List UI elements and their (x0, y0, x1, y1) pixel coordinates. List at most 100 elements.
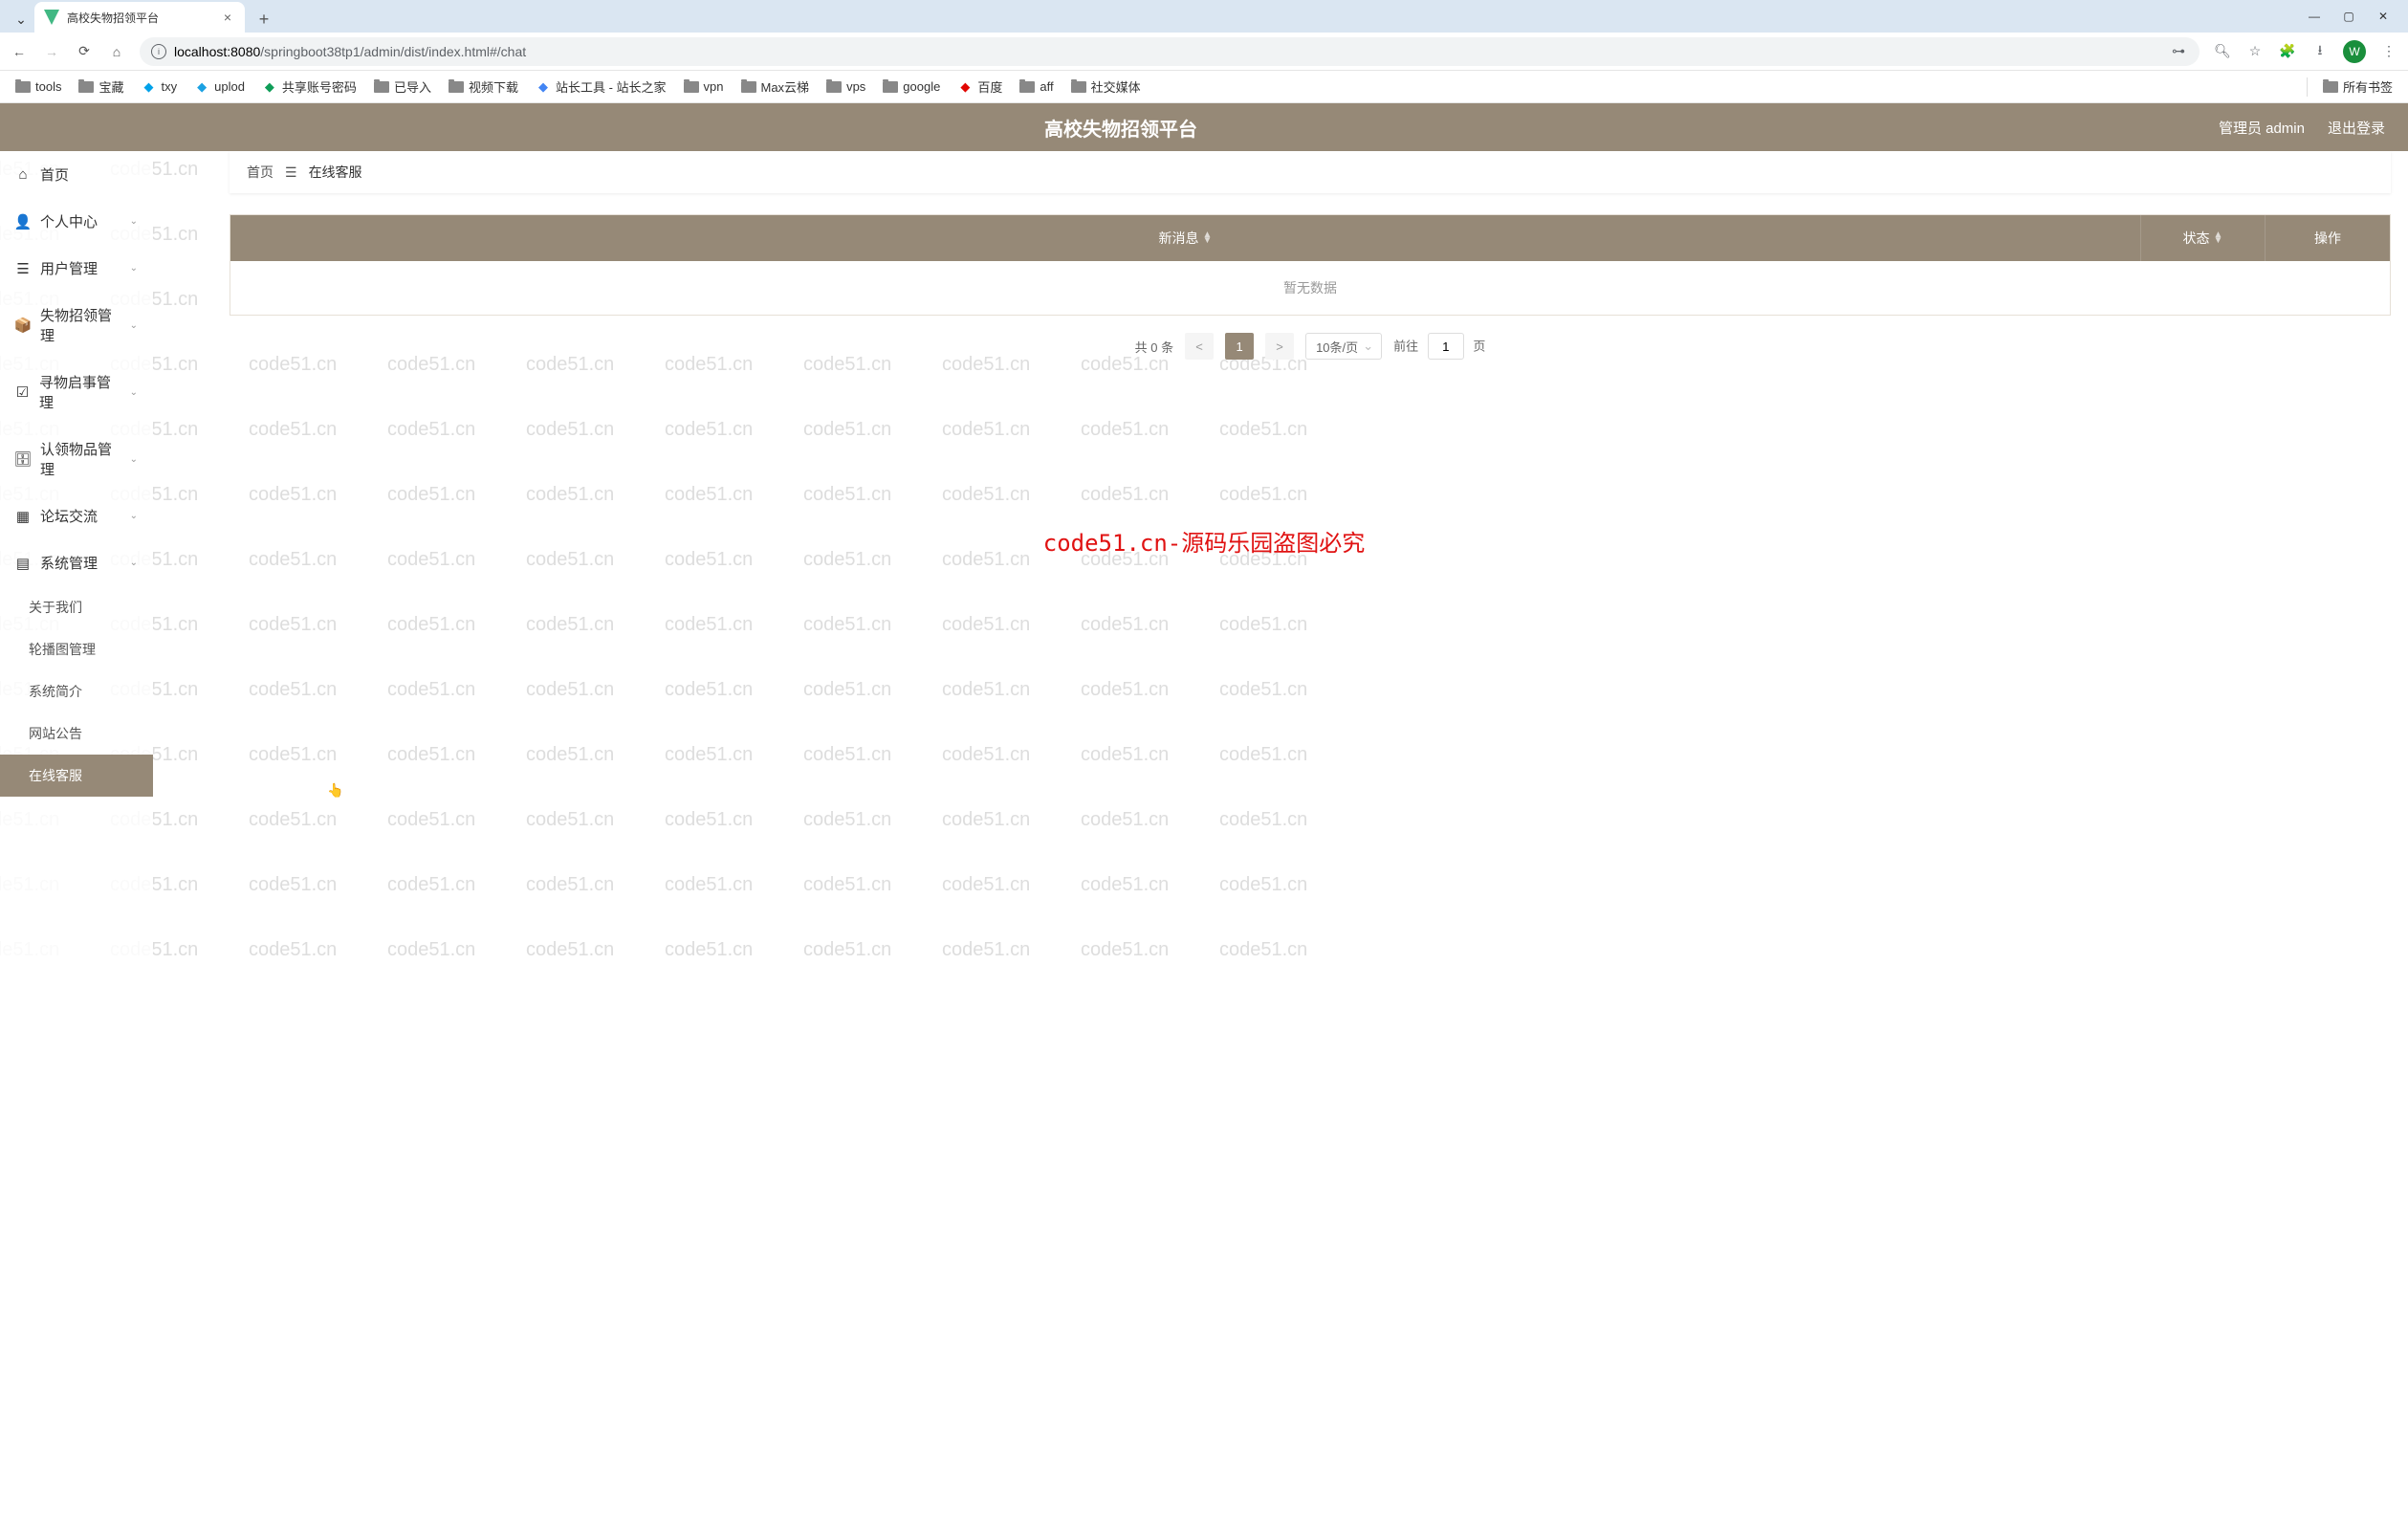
bookmark-item[interactable]: google (877, 77, 946, 97)
bookmark-item[interactable]: 宝藏 (73, 75, 129, 99)
sidebar-item[interactable]: ☑寻物启事管理⌄ (0, 359, 153, 426)
bookmark-favicon-icon: ◆ (536, 79, 551, 95)
maximize-button[interactable]: ▢ (2341, 9, 2356, 24)
browser-tab[interactable]: 高校失物招领平台 × (34, 2, 245, 33)
sidebar-item-label: 首页 (40, 164, 69, 185)
profile-avatar[interactable]: W (2343, 40, 2366, 63)
sidebar-item[interactable]: 📦失物招领管理⌄ (0, 292, 153, 359)
all-bookmarks-label: 所有书签 (2343, 77, 2393, 96)
folder-icon (449, 81, 464, 93)
back-button[interactable]: ← (10, 42, 29, 61)
sidebar-item-label: 论坛交流 (40, 506, 98, 526)
bookmark-item[interactable]: vpn (678, 77, 730, 97)
forward-button[interactable]: → (42, 42, 61, 61)
sidebar-item-label: 用户管理 (40, 258, 98, 278)
sort-icon[interactable]: ▲▼ (2214, 232, 2223, 244)
zoom-icon[interactable]: 🔍︎ (2213, 42, 2232, 61)
column-action: 操作 (2266, 215, 2390, 261)
extensions-icon[interactable]: 🧩 (2278, 42, 2297, 61)
browser-nav-bar: ← → ⟳ ⌂ i localhost:8080/springboot38tp1… (0, 33, 2408, 71)
table-header: 新消息 ▲▼ 状态 ▲▼ 操作 (230, 215, 2390, 261)
sidebar-submenu-item[interactable]: 网站公告 (0, 712, 153, 755)
password-key-icon[interactable]: ⊶ (2169, 42, 2188, 61)
chevron-down-icon: ⌄ (130, 454, 138, 465)
breadcrumb-current: 在线客服 (309, 163, 362, 182)
site-info-icon[interactable]: i (151, 44, 166, 59)
bookmark-item[interactable]: tools (10, 77, 67, 97)
bookmark-item[interactable]: Max云梯 (735, 75, 816, 99)
sidebar-submenu-item[interactable]: 关于我们 (0, 586, 153, 628)
folder-icon (2323, 81, 2338, 93)
folder-icon (883, 81, 898, 93)
folder-icon (684, 81, 699, 93)
pagination-goto-input[interactable] (1428, 333, 1464, 360)
bookmark-label: txy (161, 79, 177, 94)
column-new-message[interactable]: 新消息 ▲▼ (230, 215, 2141, 261)
downloads-icon[interactable]: ⭳ (2310, 42, 2330, 61)
pagination-total: 共 0 条 (1135, 338, 1174, 356)
check-icon: ☑ (15, 384, 30, 400)
bookmark-item[interactable]: 视频下载 (443, 75, 524, 99)
folder-icon (741, 81, 756, 93)
sidebar-item-label: 系统管理 (40, 553, 98, 573)
data-table: 新消息 ▲▼ 状态 ▲▼ 操作 暂无数据 (230, 214, 2391, 316)
folder-icon (15, 81, 31, 93)
menu-icon[interactable]: ⋮ (2379, 42, 2398, 61)
bookmark-label: 已导入 (394, 77, 431, 96)
sidebar-item[interactable]: 👤个人中心⌄ (0, 198, 153, 245)
reload-button[interactable]: ⟳ (75, 42, 94, 61)
close-window-button[interactable]: ✕ (2375, 9, 2391, 24)
pagination-next-button[interactable]: > (1265, 333, 1294, 360)
sidebar-submenu-item[interactable]: 轮播图管理 (0, 628, 153, 670)
bookmark-label: google (903, 79, 940, 94)
user-info[interactable]: 管理员 admin (2219, 118, 2305, 138)
chevron-down-icon: ⌄ (130, 216, 138, 227)
bookmark-item[interactable]: 社交媒体 (1065, 75, 1147, 99)
minimize-button[interactable]: — (2307, 9, 2322, 24)
pagination-page-1[interactable]: 1 (1225, 333, 1254, 360)
bookmark-item[interactable]: ◆共享账号密码 (256, 75, 362, 99)
close-tab-icon[interactable]: × (220, 10, 235, 25)
pagination-prev-button[interactable]: < (1185, 333, 1214, 360)
chevron-down-icon: ⌄ (130, 558, 138, 568)
sidebar-item[interactable]: ☰用户管理⌄ (0, 245, 153, 292)
address-bar[interactable]: i localhost:8080/springboot38tp1/admin/d… (140, 37, 2200, 66)
new-tab-button[interactable]: + (251, 6, 277, 33)
bookmark-item[interactable]: 已导入 (368, 75, 437, 99)
bookmark-label: Max云梯 (761, 77, 810, 96)
sidebar-item[interactable]: ▤系统管理⌄ (0, 539, 153, 586)
bookmarks-bar: tools宝藏◆txy◆uplod◆共享账号密码已导入视频下载◆站长工具 - 站… (0, 71, 2408, 103)
sidebar-item[interactable]: ⌂首页 (0, 151, 153, 198)
page-size-select[interactable]: 10条/页 (1305, 333, 1382, 360)
bookmark-item[interactable]: ◆站长工具 - 站长之家 (530, 75, 672, 99)
main-content: 首页 ☰ 在线客服 新消息 ▲▼ 状态 ▲▼ (153, 151, 2408, 1534)
sort-icon[interactable]: ▲▼ (1203, 232, 1213, 244)
home-button[interactable]: ⌂ (107, 42, 126, 61)
bookmark-item[interactable]: ◆uplod (188, 77, 251, 98)
bookmark-item[interactable]: aff (1014, 77, 1059, 97)
sidebar-item[interactable]: 🗄认领物品管理⌄ (0, 426, 153, 493)
logout-button[interactable]: 退出登录 (2328, 118, 2385, 138)
bookmark-star-icon[interactable]: ☆ (2245, 42, 2265, 61)
box-icon: 📦 (15, 318, 31, 333)
chevron-down-icon: ⌄ (130, 387, 138, 398)
sidebar-item[interactable]: ▦论坛交流⌄ (0, 493, 153, 539)
bookmark-label: vpn (704, 79, 724, 94)
tab-dropdown-icon[interactable]: ⌄ (8, 6, 34, 33)
archive-icon: 🗄 (15, 451, 31, 467)
column-status[interactable]: 状态 ▲▼ (2141, 215, 2266, 261)
all-bookmarks-button[interactable]: 所有书签 (2317, 75, 2398, 99)
browser-tab-strip: ⌄ 高校失物招领平台 × + — ▢ ✕ (0, 0, 2408, 33)
chevron-down-icon: ⌄ (130, 320, 138, 331)
sidebar-submenu-item[interactable]: 系统简介 (0, 670, 153, 712)
bookmark-item[interactable]: ◆txy (135, 77, 183, 98)
bookmark-item[interactable]: ◆百度 (952, 75, 1008, 99)
bookmark-label: 社交媒体 (1091, 77, 1141, 96)
breadcrumb-home[interactable]: 首页 (247, 163, 274, 182)
breadcrumb-collapse-icon[interactable]: ☰ (285, 164, 297, 181)
bookmark-label: uplod (214, 79, 245, 94)
tab-title: 高校失物招领平台 (67, 10, 212, 26)
bookmark-label: tools (35, 79, 61, 94)
sidebar-submenu-item[interactable]: 在线客服 (0, 755, 153, 797)
bookmark-item[interactable]: vps (821, 77, 871, 97)
